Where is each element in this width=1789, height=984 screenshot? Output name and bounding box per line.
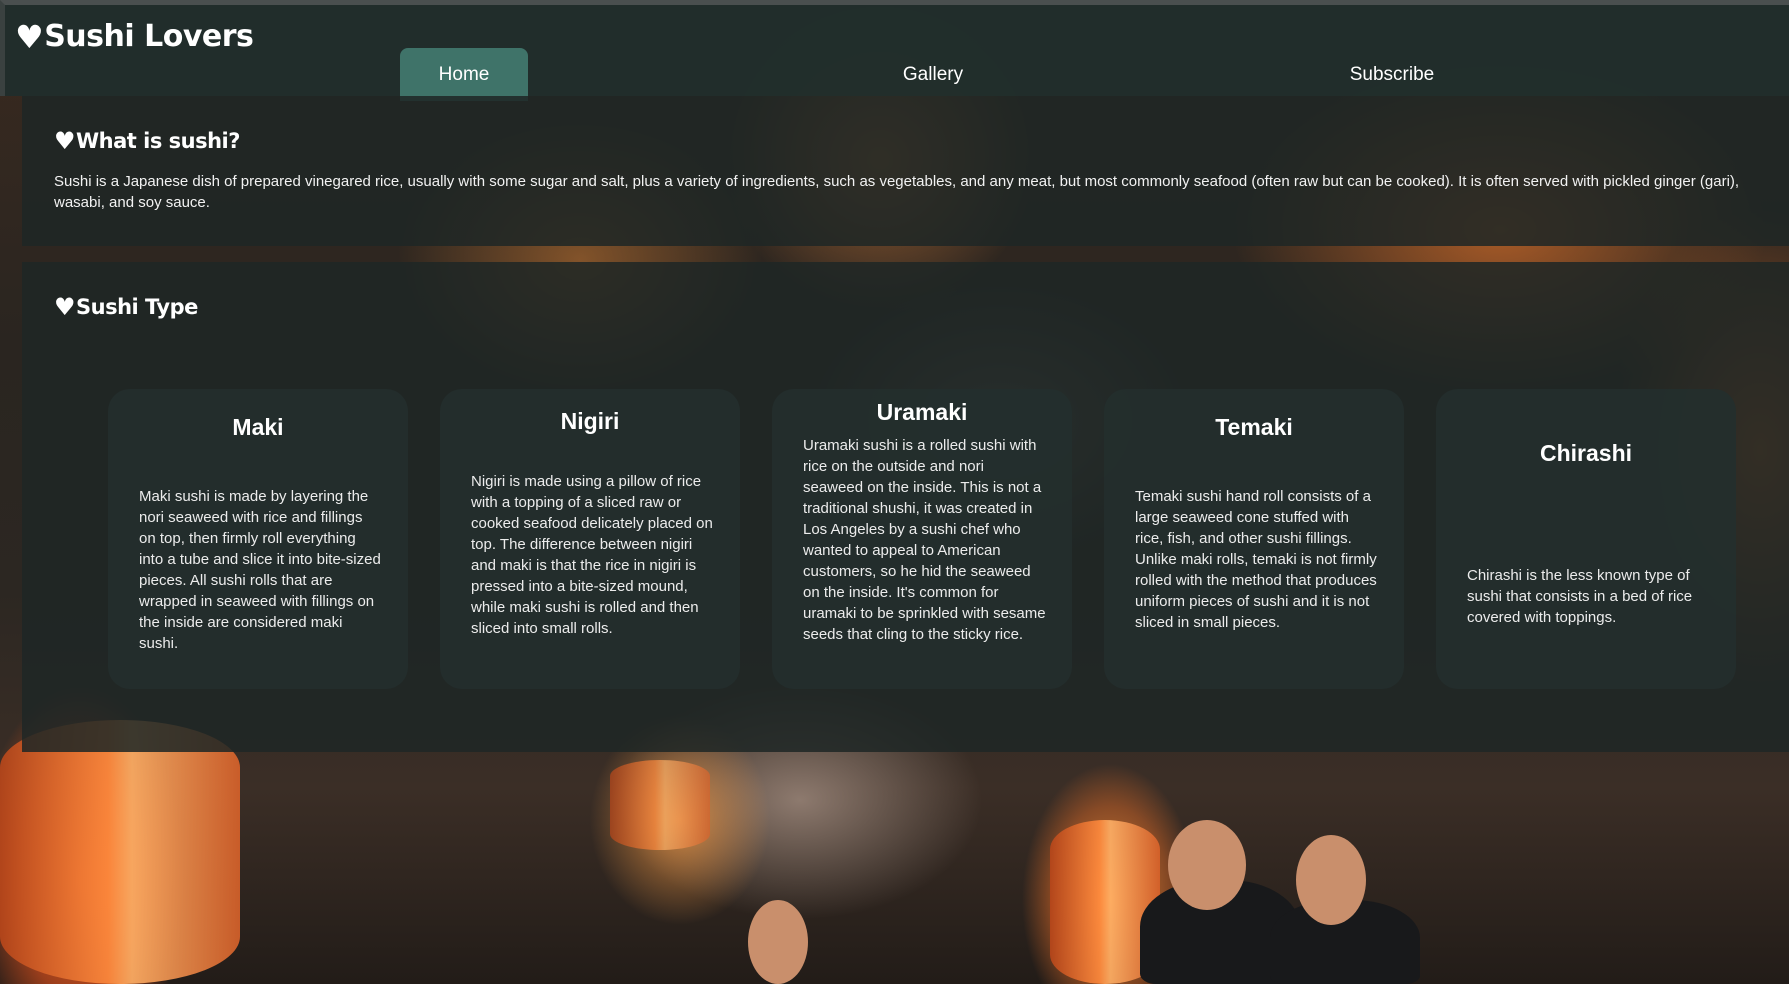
nav-gallery[interactable]: Gallery bbox=[873, 48, 993, 101]
sushi-card-uramaki: Uramaki Uramaki sushi is a rolled sushi … bbox=[772, 389, 1072, 689]
section-title-text: What is sushi? bbox=[76, 129, 240, 153]
heart-icon: ♥ bbox=[54, 127, 76, 155]
section-title: ♥ What is sushi? bbox=[54, 129, 240, 153]
what-is-sushi-section: ♥ What is sushi? Sushi is a Japanese dis… bbox=[22, 96, 1789, 246]
section-title-text: Sushi Type bbox=[76, 295, 198, 319]
site-header: ♥ Sushi Lovers Home Gallery Subscribe bbox=[0, 0, 1789, 101]
section-title: ♥ Sushi Type bbox=[54, 295, 198, 319]
background-lantern bbox=[610, 760, 710, 850]
background-person-head bbox=[1168, 820, 1246, 910]
sushi-card-chirashi: Chirashi Chirashi is the less known type… bbox=[1436, 389, 1736, 689]
sushi-type-section: ♥ Sushi Type Maki Maki sushi is made by … bbox=[22, 262, 1789, 752]
heart-icon: ♥ bbox=[54, 293, 76, 321]
background-lantern bbox=[0, 720, 240, 984]
nav-home-label: Home bbox=[438, 63, 490, 85]
sushi-card-maki: Maki Maki sushi is made by layering the … bbox=[108, 389, 408, 689]
card-description: Temaki sushi hand roll consists of a lar… bbox=[1135, 488, 1377, 631]
background-person-head bbox=[1296, 835, 1366, 925]
card-description: Maki sushi is made by layering the nori … bbox=[139, 488, 381, 652]
nav-home[interactable]: Home bbox=[400, 48, 528, 101]
intro-paragraph: Sushi is a Japanese dish of prepared vin… bbox=[54, 173, 1740, 211]
card-title: Uramaki bbox=[876, 399, 968, 425]
main-nav: Home Gallery Subscribe bbox=[5, 5, 1789, 101]
card-title: Nigiri bbox=[560, 408, 620, 434]
card-title: Temaki bbox=[1215, 414, 1293, 440]
card-description: Nigiri is made using a pillow of rice wi… bbox=[471, 473, 713, 637]
card-description: Uramaki sushi is a rolled sushi with ric… bbox=[803, 437, 1046, 643]
background-person-head bbox=[748, 900, 808, 984]
card-title: Chirashi bbox=[1539, 440, 1633, 466]
nav-gallery-label: Gallery bbox=[902, 63, 964, 85]
nav-subscribe[interactable]: Subscribe bbox=[1322, 48, 1462, 101]
nav-subscribe-label: Subscribe bbox=[1349, 63, 1435, 85]
sushi-card-temaki: Temaki Temaki sushi hand roll consists o… bbox=[1104, 389, 1404, 689]
card-description: Chirashi is the less known type of sushi… bbox=[1467, 567, 1693, 626]
sushi-card-nigiri: Nigiri Nigiri is made using a pillow of … bbox=[440, 389, 740, 689]
card-title: Maki bbox=[232, 414, 284, 440]
